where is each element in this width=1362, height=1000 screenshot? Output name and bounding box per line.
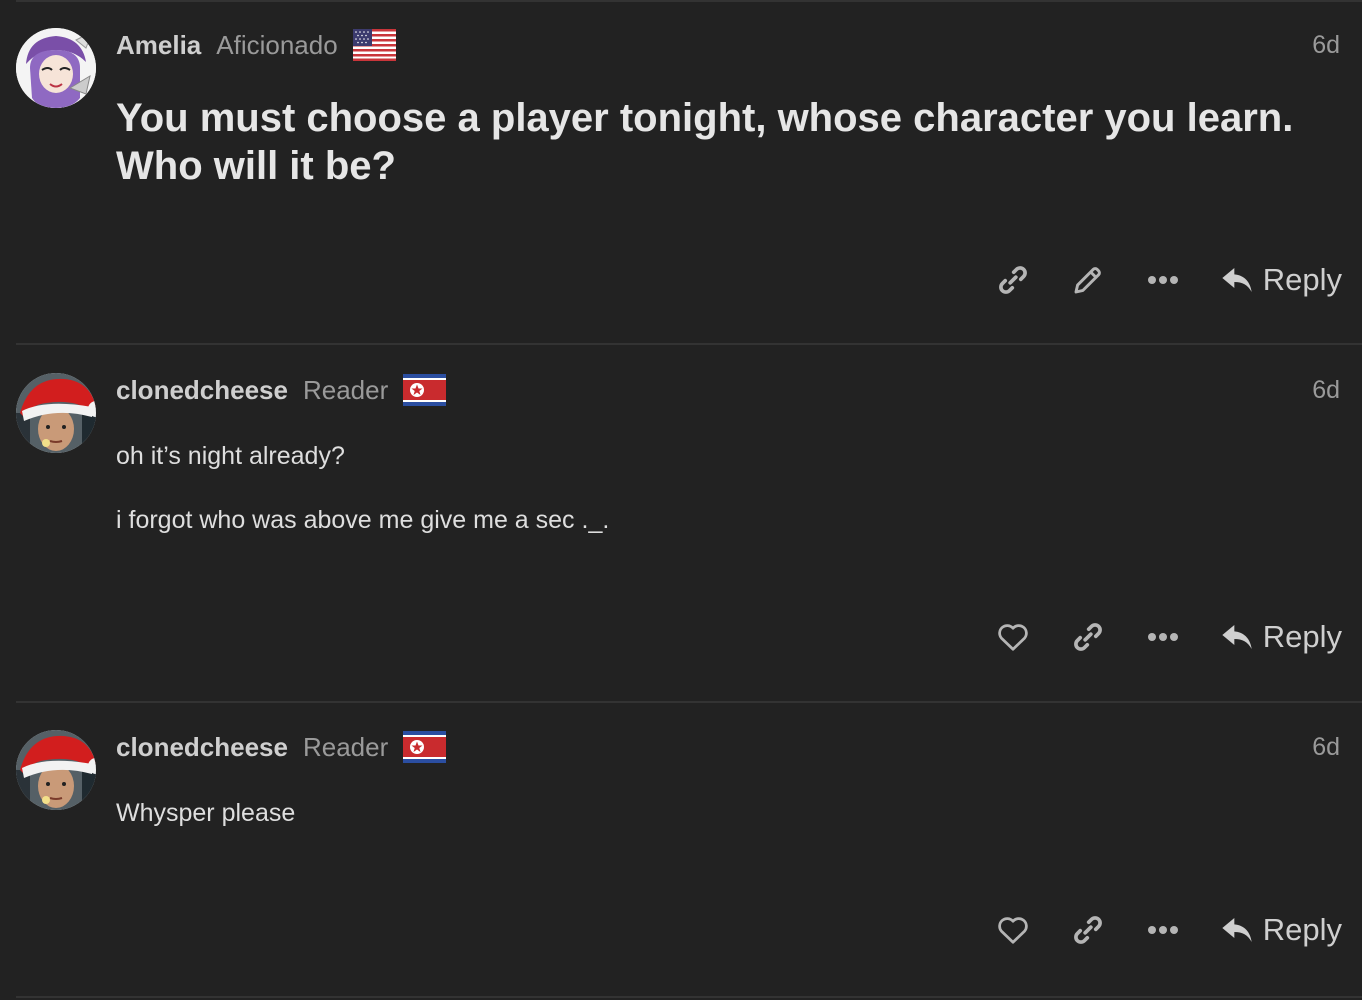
ellipsis-icon bbox=[1148, 926, 1179, 934]
post-paragraph: Whysper please bbox=[116, 799, 296, 827]
post-paragraph: oh it’s night already? bbox=[116, 442, 345, 470]
reply-arrow-icon bbox=[1222, 625, 1252, 649]
post-3: clonedcheese Reader 6d Whysper please Re… bbox=[0, 702, 1362, 998]
reply-button[interactable]: Reply bbox=[1221, 906, 1342, 954]
username[interactable]: clonedcheese bbox=[116, 375, 288, 406]
reply-label: Reply bbox=[1262, 912, 1342, 947]
username[interactable]: Amelia bbox=[116, 30, 201, 61]
user-title: Reader bbox=[302, 374, 389, 405]
reply-label: Reply bbox=[1262, 619, 1342, 654]
reply-button[interactable]: Reply bbox=[1221, 613, 1342, 661]
post-1: Amelia Aficionado 6d You must choose a p… bbox=[0, 0, 1362, 345]
edit-button[interactable] bbox=[1051, 256, 1126, 304]
avatar-amelia-image bbox=[16, 28, 96, 108]
more-options-button[interactable] bbox=[1126, 613, 1201, 661]
heart-icon bbox=[998, 917, 1028, 944]
copy-link-button[interactable] bbox=[1051, 613, 1126, 661]
heart-icon bbox=[998, 624, 1028, 651]
avatar-clonedcheese-image bbox=[16, 373, 96, 453]
avatar[interactable] bbox=[16, 28, 96, 108]
reply-arrow-icon bbox=[1222, 918, 1252, 942]
copy-link-button[interactable] bbox=[976, 256, 1051, 304]
copy-link-button[interactable] bbox=[1051, 906, 1126, 954]
link-icon bbox=[999, 266, 1028, 294]
post-meta: clonedcheese Reader bbox=[116, 730, 447, 764]
post-date[interactable]: 6d bbox=[1312, 730, 1340, 764]
user-title: Aficionado bbox=[216, 29, 338, 60]
pencil-icon bbox=[1074, 267, 1102, 294]
post-meta: Amelia Aficionado bbox=[116, 28, 396, 62]
post-date[interactable]: 6d bbox=[1312, 373, 1340, 407]
reply-arrow-icon bbox=[1222, 268, 1252, 292]
reply-label: Reply bbox=[1262, 262, 1342, 297]
username[interactable]: clonedcheese bbox=[116, 732, 288, 763]
north-korea-flag-icon bbox=[403, 374, 447, 406]
reply-button[interactable]: Reply bbox=[1221, 256, 1342, 304]
post-date[interactable]: 6d bbox=[1312, 28, 1340, 62]
avatar-clonedcheese-image bbox=[16, 730, 96, 810]
post-paragraph: i forgot who was above me give me a sec … bbox=[116, 506, 610, 534]
post-meta: clonedcheese Reader bbox=[116, 373, 447, 407]
link-icon bbox=[1074, 623, 1103, 651]
post-text: You must choose a player tonight, whose … bbox=[116, 96, 1294, 188]
post-content: Whysper please bbox=[116, 798, 1332, 862]
like-button[interactable] bbox=[976, 613, 1051, 661]
more-options-button[interactable] bbox=[1126, 256, 1201, 304]
avatar[interactable] bbox=[16, 730, 96, 810]
link-icon bbox=[1074, 916, 1103, 944]
like-button[interactable] bbox=[976, 906, 1051, 954]
user-title: Reader bbox=[302, 731, 389, 762]
post-divider bbox=[16, 996, 1362, 998]
north-korea-flag-icon bbox=[403, 731, 447, 763]
post-actions: Reply bbox=[976, 256, 1342, 304]
post-content: oh it’s night already? i forgot who was … bbox=[116, 441, 1332, 569]
ellipsis-icon bbox=[1148, 276, 1179, 284]
post-content: You must choose a player tonight, whose … bbox=[116, 94, 1332, 190]
us-flag-icon bbox=[352, 29, 396, 61]
more-options-button[interactable] bbox=[1126, 906, 1201, 954]
post-actions: Reply bbox=[976, 906, 1342, 954]
post-actions: Reply bbox=[976, 613, 1342, 661]
post-2: clonedcheese Reader 6d oh it’s night alr… bbox=[0, 345, 1362, 703]
avatar[interactable] bbox=[16, 373, 96, 453]
ellipsis-icon bbox=[1148, 633, 1179, 641]
